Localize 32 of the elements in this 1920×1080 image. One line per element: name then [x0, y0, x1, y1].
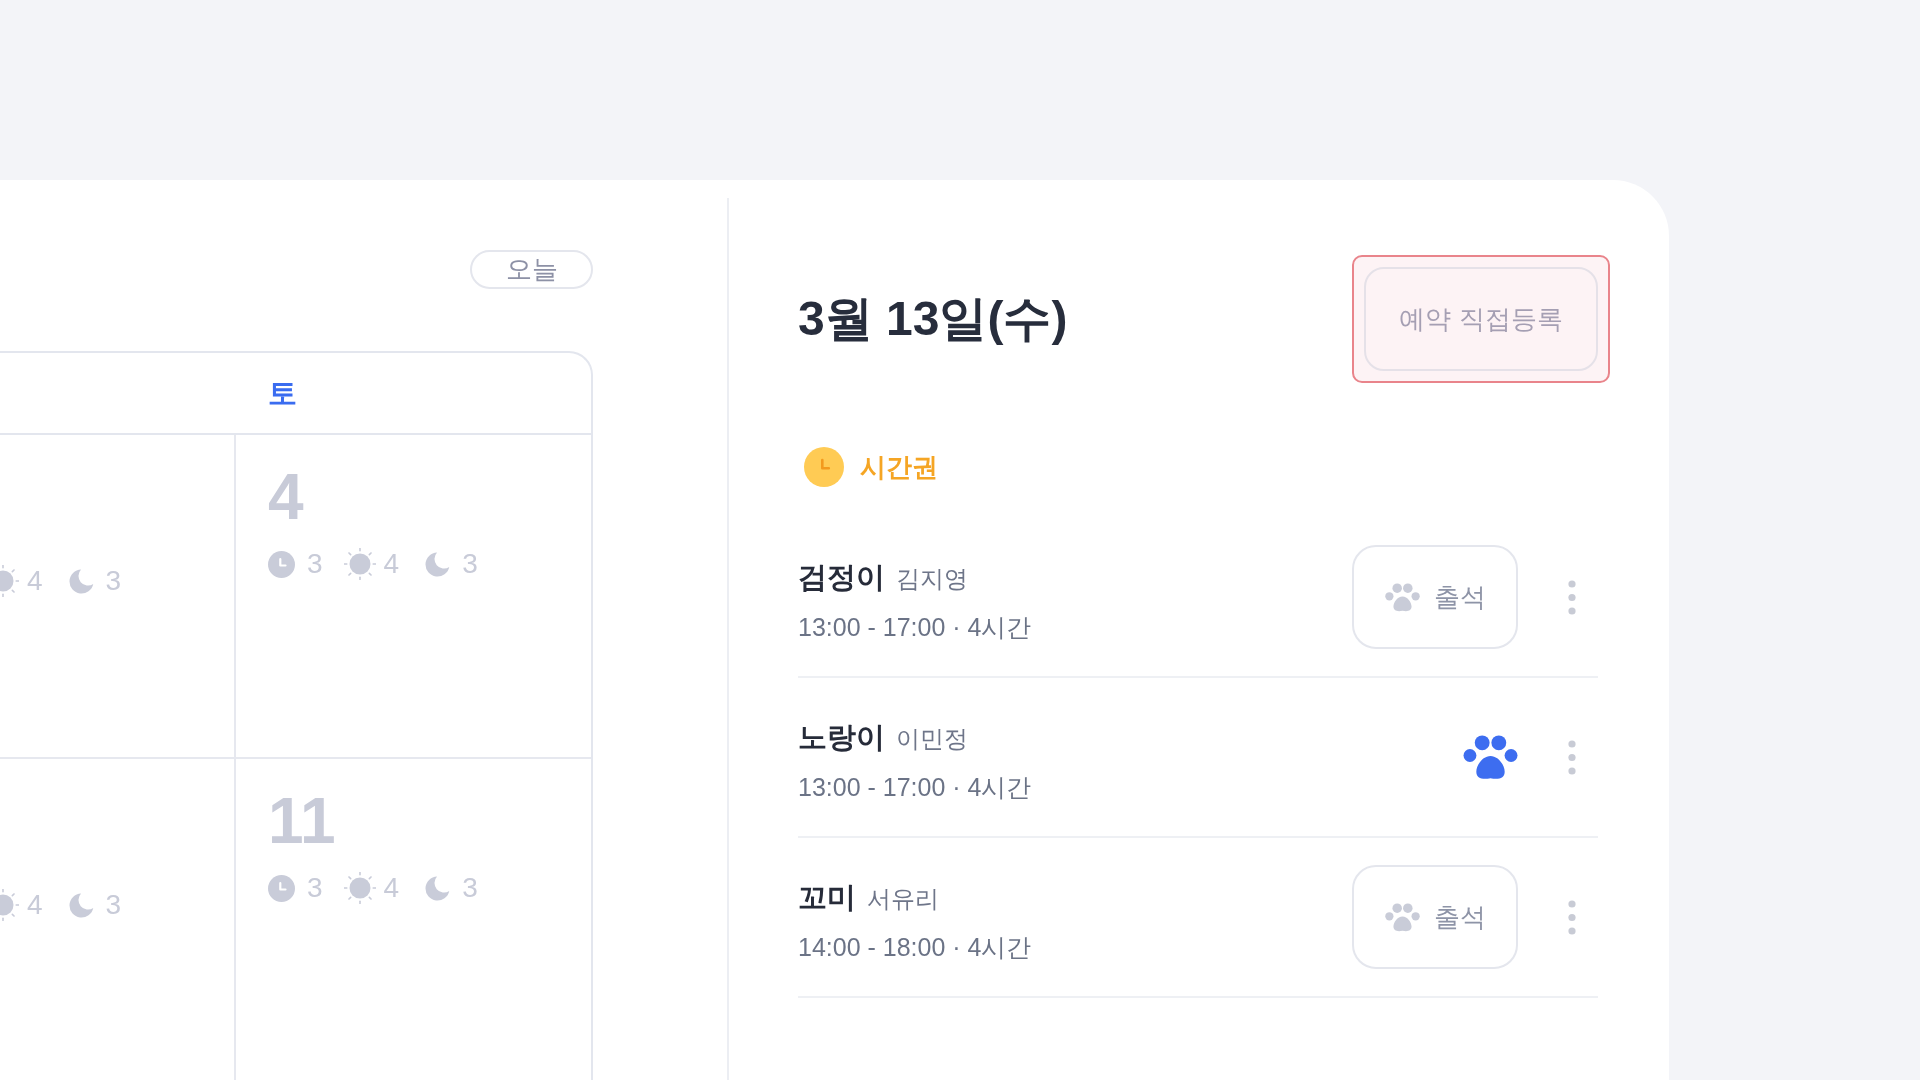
owner-name: 김지영: [896, 564, 968, 594]
attendance-button[interactable]: 출석: [1352, 865, 1518, 969]
attendance-button[interactable]: 출석: [1352, 545, 1518, 649]
moon-icon: [425, 551, 451, 577]
clock-icon: [804, 447, 844, 487]
weekday-label: 토: [268, 376, 297, 411]
pet-name: 검정이: [798, 560, 885, 595]
clock-icon: [268, 550, 295, 578]
register-button[interactable]: 예약 직접등록: [1364, 267, 1598, 371]
owner-name: 서유리: [867, 884, 939, 914]
sun-icon: [0, 565, 19, 597]
time-range: 14:00 - 18:00 · 4시간: [798, 932, 1032, 963]
today-button[interactable]: 오늘: [470, 250, 593, 289]
clock-icon: [268, 874, 295, 902]
section-label: 시간권: [860, 451, 938, 484]
paw-icon: [1384, 582, 1420, 612]
sun-icon: [343, 872, 376, 904]
moon-icon: [68, 568, 94, 594]
pet-name: 꼬미: [798, 880, 856, 915]
more-options-icon[interactable]: [1568, 739, 1576, 775]
sun-icon: [343, 548, 376, 580]
time-range: 13:00 - 17:00 · 4시간: [798, 612, 1032, 643]
moon-icon: [68, 892, 94, 918]
moon-icon: [425, 875, 451, 901]
paw-icon: [1384, 902, 1420, 932]
pet-name: 노랑이: [798, 720, 885, 755]
owner-name: 이민정: [896, 724, 968, 754]
date-heading: 3월 13일(수): [798, 291, 1068, 347]
sun-icon: [0, 889, 19, 921]
more-options-icon[interactable]: [1568, 899, 1576, 935]
time-range: 13:00 - 17:00 · 4시간: [798, 772, 1032, 803]
more-options-icon[interactable]: [1568, 579, 1576, 615]
